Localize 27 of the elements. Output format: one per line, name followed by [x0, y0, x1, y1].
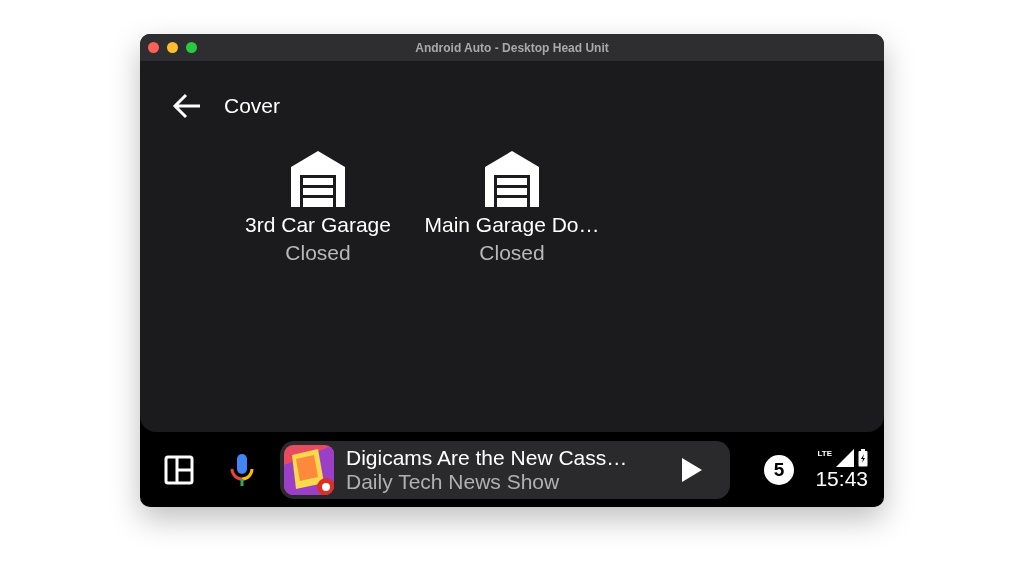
window-title: Android Auto - Desktop Head Unit — [415, 40, 609, 55]
device-tile[interactable]: Main Garage Do… Closed — [417, 151, 607, 265]
battery-icon — [858, 448, 868, 467]
device-state: Closed — [285, 241, 351, 265]
dashboard-icon — [164, 454, 194, 485]
media-card[interactable]: Digicams Are the New Cass… Daily Tech News Show — [280, 440, 730, 499]
garage-icon — [291, 151, 345, 207]
dashboard-button[interactable] — [164, 454, 194, 485]
play-icon[interactable] — [682, 457, 702, 482]
minimize-button[interactable] — [167, 42, 178, 53]
clock: 15:43 — [815, 466, 868, 491]
network-type: LTE — [817, 448, 832, 458]
voice-button[interactable] — [230, 452, 254, 487]
signal-icon — [836, 448, 854, 467]
device-state: Closed — [479, 241, 545, 265]
track-title: Digicams Are the New Cass… — [346, 445, 629, 470]
microphone-icon — [230, 452, 254, 487]
close-button[interactable] — [148, 42, 159, 53]
page-title: Cover — [224, 94, 281, 118]
device-name: 3rd Car Garage — [245, 213, 391, 237]
back-arrow-icon — [172, 93, 202, 119]
device-tile[interactable]: 3rd Car Garage Closed — [223, 151, 413, 265]
garage-icon — [485, 151, 539, 207]
show-name: Daily Tech News Show — [346, 469, 561, 494]
device-name: Main Garage Do… — [424, 213, 600, 237]
maximize-button[interactable] — [186, 42, 197, 53]
notification-count[interactable]: 5 — [764, 454, 794, 485]
